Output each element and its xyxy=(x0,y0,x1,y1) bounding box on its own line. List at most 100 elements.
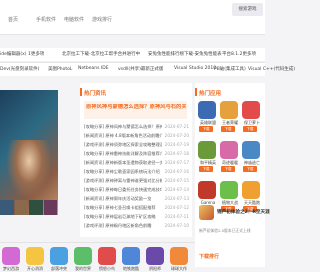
software-link-row-1: ide编辑器(x) 1更多项 北京拉工下载-北京拉工帮手合并进行中 安兔兔性能排… xyxy=(0,48,265,61)
news-headline[interactable]: 原神风神与蒙德怎么选择？原神风与石的关系 xyxy=(86,104,186,111)
news-item-title[interactable]: [攻略分享] 原神尘歌壶家园系统玩法介绍 xyxy=(84,169,162,175)
software-link[interactable]: PB破(集成工具) xyxy=(214,66,246,72)
banner-thumbnail[interactable] xyxy=(43,200,57,215)
news-item-title[interactable]: [攻略分享] 原神雷神技能详解及阵容推荐介绍 xyxy=(84,151,162,157)
software-link[interactable]: ide编辑器(x) 1更多项 xyxy=(0,51,44,57)
news-list-item[interactable]: [新闻资讯] 原神 4.8版本新角色活动前瞻介绍 2024-07-20 xyxy=(84,132,189,141)
section-accent-bar xyxy=(195,88,197,96)
news-headline-box[interactable]: 原神风神与蒙德怎么选择？原神风与石的关系 xyxy=(84,101,187,119)
software-link[interactable]: Dev(光盘刻录软件) xyxy=(0,66,39,72)
app-icon[interactable] xyxy=(220,101,238,119)
banner-thumbnail[interactable] xyxy=(14,200,28,215)
news-item-title[interactable]: [游戏评测] 原神钟离与雷神谁更强对比分析 xyxy=(84,178,162,184)
news-list-item[interactable]: [攻略分享] 原神层岩巨渊地下矿区攻略 2024-07-11 xyxy=(84,213,189,222)
featured-app-row[interactable]: 锦芦初体验之2：R至天涯 xyxy=(199,205,270,221)
download-button[interactable]: 下载 xyxy=(199,166,213,172)
news-list-item[interactable]: [攻略分享] 原神风神与蒙德怎么选择？原神风与石关系 2024-07-21 xyxy=(84,123,189,132)
featured-app-title[interactable]: 锦芦初体验之2：R至天涯 xyxy=(217,209,270,215)
featured-app-icon[interactable] xyxy=(199,205,214,220)
news-item-title[interactable]: [攻略分享] 原神层岩巨渊地下矿区攻略 xyxy=(84,214,162,220)
news-item-date: 2024-07-13 xyxy=(164,196,189,201)
software-link[interactable]: 北京拉工下载-北京拉工帮手合并进行中 xyxy=(62,51,140,57)
news-item-date: 2024-07-14 xyxy=(164,187,189,192)
news-item-title[interactable]: [新闻资讯] 原神新版本圣遗物获取途径一览 xyxy=(84,160,162,166)
app-icon[interactable] xyxy=(220,181,238,199)
game-icon[interactable] xyxy=(170,247,188,265)
hot-news-panel: 热门资讯 原神风神与蒙德怎么选择？原神风与石的关系 [攻略分享] 原神风神与蒙德… xyxy=(80,83,192,237)
download-button[interactable]: 下载 xyxy=(221,166,235,172)
game-card[interactable]: 愤怒小鸟 xyxy=(96,247,118,271)
nav-link-pc-software[interactable]: 电脑软件 xyxy=(64,16,84,23)
game-icon[interactable] xyxy=(50,247,68,265)
news-item-date: 2024-07-10 xyxy=(164,223,189,228)
game-icon[interactable] xyxy=(2,247,20,265)
top-navigation-bar: 首页 手机软件 电脑软件 游戏排行 搜索游戏 xyxy=(0,0,265,35)
nav-link-game-ranking[interactable]: 游戏排行 xyxy=(92,16,112,23)
game-card[interactable]: 开心消消 xyxy=(24,247,46,271)
news-list-item[interactable]: [攻略分享] 原神尘歌壶家园系统玩法介绍 2024-07-16 xyxy=(84,168,189,177)
download-button[interactable]: 下载 xyxy=(199,126,213,132)
app-icon[interactable] xyxy=(198,141,216,159)
news-item-title[interactable]: [攻略分享] 原神风神与蒙德怎么选择？原神风与石关系 xyxy=(84,124,162,130)
banner-thumbnail[interactable] xyxy=(0,200,14,215)
software-link[interactable]: 美图PhotoL xyxy=(48,66,72,72)
news-item-title[interactable]: [攻略分享] 原神七圣召唤卡组搭配推荐 xyxy=(84,205,162,211)
app-icon[interactable] xyxy=(220,141,238,159)
app-icon[interactable] xyxy=(242,141,260,159)
banner-character-artwork xyxy=(6,140,52,200)
game-card[interactable]: 部落冲突 xyxy=(48,247,70,271)
news-item-date: 2024-07-16 xyxy=(164,169,189,174)
software-link[interactable]: Visual C++(代码生成) xyxy=(248,66,295,72)
banner-thumbnail[interactable] xyxy=(29,200,43,215)
news-list-item[interactable]: [新闻资讯] 原神新版本圣遗物获取途径一览 2024-07-17 xyxy=(84,159,189,168)
news-list-item[interactable]: [游戏评测] 原神须弥地区探索全攻略整理汇总 2024-07-19 xyxy=(84,141,189,150)
search-button[interactable]: 搜索游戏 xyxy=(232,3,263,16)
news-list-item[interactable]: [新闻资讯] 原神周年庆活动奖励一览 2024-07-13 xyxy=(84,195,189,204)
news-list-item[interactable]: [游戏评测] 原神钟离与雷神谁更强对比分析 2024-07-15 xyxy=(84,177,189,186)
section-accent-bar xyxy=(80,88,82,96)
software-link[interactable]: 安兔兔性能排行榜下载-安兔兔性能表 xyxy=(148,51,222,57)
featured-app-description: 新芦初体验2.0版本已正式上线 xyxy=(199,228,251,233)
game-card[interactable]: 梦幻西游 xyxy=(0,247,22,271)
news-item-title[interactable]: [游戏评测] 原神枫丹地区新角色前瞻 xyxy=(84,223,162,229)
news-item-date: 2024-07-12 xyxy=(164,205,189,210)
software-link-row-2: Dev(光盘刻录软件) 美图PhotoL Netbeans IDE vsdll(… xyxy=(0,63,295,76)
download-button[interactable]: 下载 xyxy=(243,166,257,172)
game-card[interactable]: 地铁跑酷 xyxy=(120,247,142,271)
news-list-item[interactable]: [攻略分享] 原神七圣召唤卡组搭配推荐 2024-07-12 xyxy=(84,204,189,213)
news-list-item[interactable]: [攻略分享] 原神雷神技能详解及阵容推荐介绍 2024-07-18 xyxy=(84,150,189,159)
news-item-date: 2024-07-20 xyxy=(164,133,189,138)
download-button[interactable]: 下载 xyxy=(243,126,257,132)
news-item-date: 2024-07-11 xyxy=(164,214,189,219)
app-icon[interactable] xyxy=(242,101,260,119)
app-icon[interactable] xyxy=(242,181,260,199)
software-link[interactable]: Netbeans IDE xyxy=(78,66,109,71)
news-item-title[interactable]: [新闻资讯] 原神 4.8版本新角色活动前瞻介绍 xyxy=(84,133,162,139)
news-item-title[interactable]: [攻略分享] 原神每日委托任务快速完成技巧 xyxy=(84,187,162,193)
software-link[interactable]: Visual Studio 2010 xyxy=(174,66,216,71)
app-icon[interactable] xyxy=(198,101,216,119)
hot-apps-panel: 热门应用 英雄联盟 下载 王者荣耀 下载 保卫萝卜 下载 和平精英 下载 奇迹暖… xyxy=(195,83,270,267)
game-icon[interactable] xyxy=(98,247,116,265)
game-icon[interactable] xyxy=(74,247,92,265)
banner-thumbnail-strip xyxy=(0,200,58,215)
news-list-item[interactable]: [游戏评测] 原神枫丹地区新角色前瞻 2024-07-10 xyxy=(84,222,189,231)
news-item-title[interactable]: [游戏评测] 原神须弥地区探索全攻略整理汇总 xyxy=(84,142,162,148)
news-item-date: 2024-07-19 xyxy=(164,142,189,147)
software-link[interactable]: vsdll(共享)最新正式版 xyxy=(118,66,163,72)
software-link[interactable]: 平台8.1.2更多项 xyxy=(222,51,256,57)
download-button[interactable]: 下载 xyxy=(221,126,235,132)
news-item-title[interactable]: [新闻资讯] 原神周年庆活动奖励一览 xyxy=(84,196,162,202)
nav-link-mobile-software[interactable]: 手机软件 xyxy=(36,16,56,23)
game-icon[interactable] xyxy=(146,247,164,265)
featured-banner-image[interactable] xyxy=(0,90,58,215)
game-icon[interactable] xyxy=(26,247,44,265)
news-list-item[interactable]: [攻略分享] 原神每日委托任务快速完成技巧 2024-07-14 xyxy=(84,186,189,195)
game-icon[interactable] xyxy=(122,247,140,265)
game-card[interactable]: 我的世界 xyxy=(72,247,94,271)
game-icon-row: 梦幻西游 开心消消 部落冲突 我的世界 愤怒小鸟 地铁跑酷 阴阳师 球球大作 xyxy=(0,247,195,271)
game-card[interactable]: 阴阳师 xyxy=(144,247,166,271)
app-icon[interactable] xyxy=(198,181,216,199)
nav-link-home[interactable]: 首页 xyxy=(8,16,18,23)
game-card[interactable]: 球球大作 xyxy=(168,247,190,271)
